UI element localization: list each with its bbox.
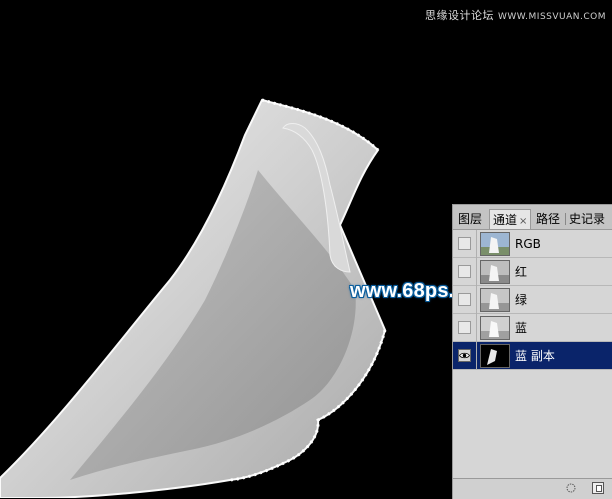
channel-label: 绿	[515, 293, 528, 307]
tab-paths-label: 路径	[536, 212, 561, 226]
visibility-toggle[interactable]	[458, 237, 471, 250]
divider	[476, 314, 477, 342]
visibility-toggle[interactable]	[458, 321, 471, 334]
channel-label: 红	[515, 265, 528, 279]
tab-history[interactable]: 史记录	[566, 209, 608, 229]
tab-channels[interactable]: 通道 ×	[489, 209, 532, 229]
panel-bottom-bar	[453, 478, 612, 499]
visibility-toggle[interactable]	[458, 293, 471, 306]
watermark-top: 思缘设计论坛 WWW.MISSVUAN.COM	[425, 7, 606, 23]
load-selection-icon[interactable]	[566, 483, 576, 493]
watermark-top-text: 思缘设计论坛	[425, 9, 494, 22]
channel-row-rgb[interactable]: RGB	[453, 230, 612, 258]
divider	[476, 258, 477, 286]
channel-thumbnail	[480, 232, 510, 256]
tab-paths[interactable]: 路径	[533, 209, 563, 229]
channel-thumbnail	[480, 316, 510, 340]
visibility-toggle[interactable]	[458, 265, 471, 278]
channel-label: 蓝	[515, 321, 528, 335]
channels-panel: 图层 通道 × 路径 史记录 RGB 红 绿 蓝 蓝 副本	[452, 204, 612, 499]
channel-row-green[interactable]: 绿	[453, 286, 612, 314]
channel-thumbnail	[480, 288, 510, 312]
channel-label: RGB	[515, 237, 541, 251]
channel-thumbnail	[480, 344, 510, 368]
tab-layers-label: 图层	[458, 212, 483, 226]
channel-label: 蓝 副本	[515, 349, 555, 363]
visibility-toggle[interactable]	[458, 349, 471, 362]
panel-tabbar: 图层 通道 × 路径 史记录	[453, 205, 612, 230]
tab-history-label: 史记录	[569, 212, 606, 226]
eye-icon	[459, 352, 470, 359]
divider	[476, 342, 477, 370]
channel-row-blue[interactable]: 蓝	[453, 314, 612, 342]
divider	[476, 286, 477, 314]
save-selection-icon[interactable]	[592, 482, 604, 494]
tab-close-icon[interactable]: ×	[519, 216, 527, 227]
tab-layers[interactable]: 图层	[455, 209, 485, 229]
divider	[476, 230, 477, 258]
channel-thumbnail	[480, 260, 510, 284]
channel-row-blue-copy[interactable]: 蓝 副本	[453, 342, 612, 370]
tab-channels-label: 通道	[493, 213, 518, 227]
channel-row-red[interactable]: 红	[453, 258, 612, 286]
watermark-top-site: WWW.MISSVUAN.COM	[498, 12, 606, 22]
